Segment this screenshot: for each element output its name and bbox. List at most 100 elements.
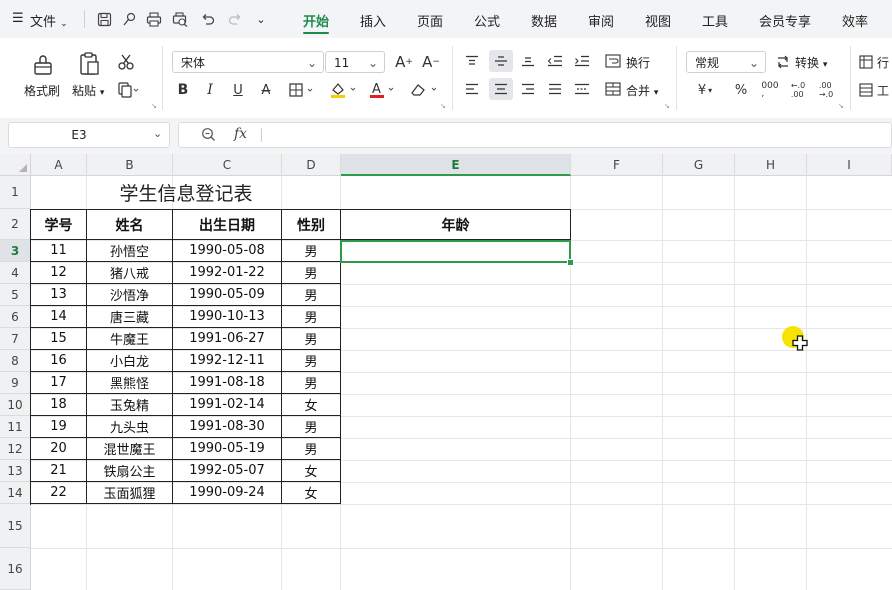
expand-dialog-icon[interactable]: ↘ <box>664 102 670 110</box>
row-column-icon[interactable] <box>858 53 874 71</box>
worksheet-icon[interactable] <box>858 81 874 99</box>
tab-formula[interactable]: 公式 <box>474 11 500 30</box>
cell-gender[interactable]: 男 <box>282 262 341 284</box>
save-icon[interactable] <box>95 10 113 28</box>
tab-page[interactable]: 页面 <box>417 11 443 30</box>
merge-icon[interactable] <box>604 80 622 98</box>
cell-id[interactable]: 12 <box>31 262 87 284</box>
format-painter-icon[interactable] <box>30 52 56 78</box>
cell-name[interactable]: 小白龙 <box>87 350 173 372</box>
cell-birthdate[interactable]: 1991-08-18 <box>173 372 282 394</box>
row-header-11[interactable]: 11 <box>0 416 31 438</box>
column-header-a[interactable]: A <box>31 154 87 176</box>
font-size-select[interactable]: 11 ⌄ <box>325 51 385 73</box>
row-header-4[interactable]: 4 <box>0 262 31 284</box>
cell-gender[interactable]: 男 <box>282 284 341 306</box>
align-top-icon[interactable] <box>462 52 482 70</box>
thousands-separator-icon[interactable]: 000, <box>759 80 781 100</box>
cell-name[interactable]: 黑熊怪 <box>87 372 173 394</box>
column-header-b[interactable]: B <box>87 154 173 176</box>
select-all-corner[interactable] <box>0 154 31 176</box>
cell-gender[interactable]: 男 <box>282 240 341 262</box>
cell-name[interactable]: 唐三藏 <box>87 306 173 328</box>
cell-gender[interactable]: 男 <box>282 328 341 350</box>
cell-name[interactable]: 沙悟净 <box>87 284 173 306</box>
file-menu[interactable]: 文件 ⌄ <box>30 11 68 30</box>
decrease-decimal-icon[interactable]: .00 →.0 <box>815 80 837 100</box>
cell-id[interactable]: 11 <box>31 240 87 262</box>
wrap-text-button[interactable]: 换行 <box>626 54 650 71</box>
distributed-align-icon[interactable] <box>572 80 592 98</box>
cell-id[interactable]: 15 <box>31 328 87 350</box>
font-name-select[interactable]: 宋体 ⌄ <box>172 51 324 73</box>
cell-id[interactable]: 16 <box>31 350 87 372</box>
justify-icon[interactable] <box>545 80 565 98</box>
row-column-button[interactable]: 行 <box>877 54 889 71</box>
cell-birthdate[interactable]: 1990-09-24 <box>173 482 282 504</box>
cell-id[interactable]: 17 <box>31 372 87 394</box>
tab-insert[interactable]: 插入 <box>360 11 386 30</box>
cell-name[interactable]: 混世魔王 <box>87 438 173 460</box>
paste-button[interactable]: 粘贴 ▾ <box>72 82 104 99</box>
decrease-indent-icon[interactable] <box>545 52 565 70</box>
align-left-icon[interactable] <box>462 80 482 98</box>
row-header-3[interactable]: 3 <box>0 240 31 262</box>
formula-input[interactable]: fx <box>178 122 892 148</box>
cell-birthdate[interactable]: 1991-06-27 <box>173 328 282 350</box>
row-header-13[interactable]: 13 <box>0 460 31 482</box>
print-preview-icon[interactable] <box>171 10 189 28</box>
cell-birthdate[interactable]: 1991-02-14 <box>173 394 282 416</box>
row-header-10[interactable]: 10 <box>0 394 31 416</box>
cell-name[interactable]: 牛魔王 <box>87 328 173 350</box>
active-cell-e3[interactable] <box>340 240 571 263</box>
paste-icon[interactable] <box>76 50 102 78</box>
cell-birthdate[interactable]: 1992-01-22 <box>173 262 282 284</box>
header-cell-age[interactable]: 年龄 <box>341 210 571 240</box>
cell-birthdate[interactable]: 1992-12-11 <box>173 350 282 372</box>
row-header-16[interactable]: 16 <box>0 548 31 590</box>
cell-id[interactable]: 20 <box>31 438 87 460</box>
format-painter-button[interactable]: 格式刷 <box>24 82 60 99</box>
cell-gender[interactable]: 男 <box>282 416 341 438</box>
cell-gender[interactable]: 男 <box>282 306 341 328</box>
cell-birthdate[interactable]: 1992-05-07 <box>173 460 282 482</box>
tab-review[interactable]: 审阅 <box>588 11 614 30</box>
cut-icon[interactable] <box>116 52 136 72</box>
zoom-icon[interactable] <box>201 127 216 145</box>
clear-format-icon[interactable] <box>407 80 441 100</box>
fill-color-icon[interactable] <box>328 80 362 100</box>
tab-view[interactable]: 视图 <box>645 11 671 30</box>
expand-dialog-icon[interactable]: ↘ <box>838 102 844 110</box>
cell-gender[interactable]: 女 <box>282 460 341 482</box>
cell-gender[interactable]: 男 <box>282 372 341 394</box>
cell-id[interactable]: 21 <box>31 460 87 482</box>
row-header-2[interactable]: 2 <box>0 209 31 240</box>
column-header-c[interactable]: C <box>173 154 282 176</box>
column-header-e[interactable]: E <box>341 154 571 176</box>
cell-name[interactable]: 玉兔精 <box>87 394 173 416</box>
align-bottom-icon[interactable] <box>518 52 538 70</box>
wrap-text-icon[interactable] <box>604 52 622 70</box>
cell-id[interactable]: 14 <box>31 306 87 328</box>
fill-handle[interactable] <box>567 259 574 266</box>
header-cell-id[interactable]: 学号 <box>31 210 87 240</box>
italic-icon[interactable]: I <box>201 80 219 100</box>
row-header-14[interactable]: 14 <box>0 482 31 504</box>
cell-id[interactable]: 13 <box>31 284 87 306</box>
function-icon[interactable]: fx <box>234 126 247 142</box>
tab-efficiency[interactable]: 效率 <box>842 11 868 30</box>
cell-birthdate[interactable]: 1990-05-19 <box>173 438 282 460</box>
increase-indent-icon[interactable] <box>572 52 592 70</box>
cell-birthdate[interactable]: 1990-05-09 <box>173 284 282 306</box>
redo-icon[interactable] <box>226 10 244 28</box>
percent-icon[interactable]: % <box>731 80 751 100</box>
expand-dialog-icon[interactable]: ↘ <box>440 102 446 110</box>
cell-gender[interactable]: 男 <box>282 350 341 372</box>
merge-button[interactable]: 合并 ▾ <box>626 82 658 99</box>
row-header-7[interactable]: 7 <box>0 328 31 350</box>
cell-birthdate[interactable]: 1990-10-13 <box>173 306 282 328</box>
convert-button[interactable]: 转换 ▾ <box>795 54 827 71</box>
column-header-h[interactable]: H <box>735 154 807 176</box>
header-cell-name[interactable]: 姓名 <box>87 210 173 240</box>
strikethrough-icon[interactable]: A <box>257 80 275 100</box>
